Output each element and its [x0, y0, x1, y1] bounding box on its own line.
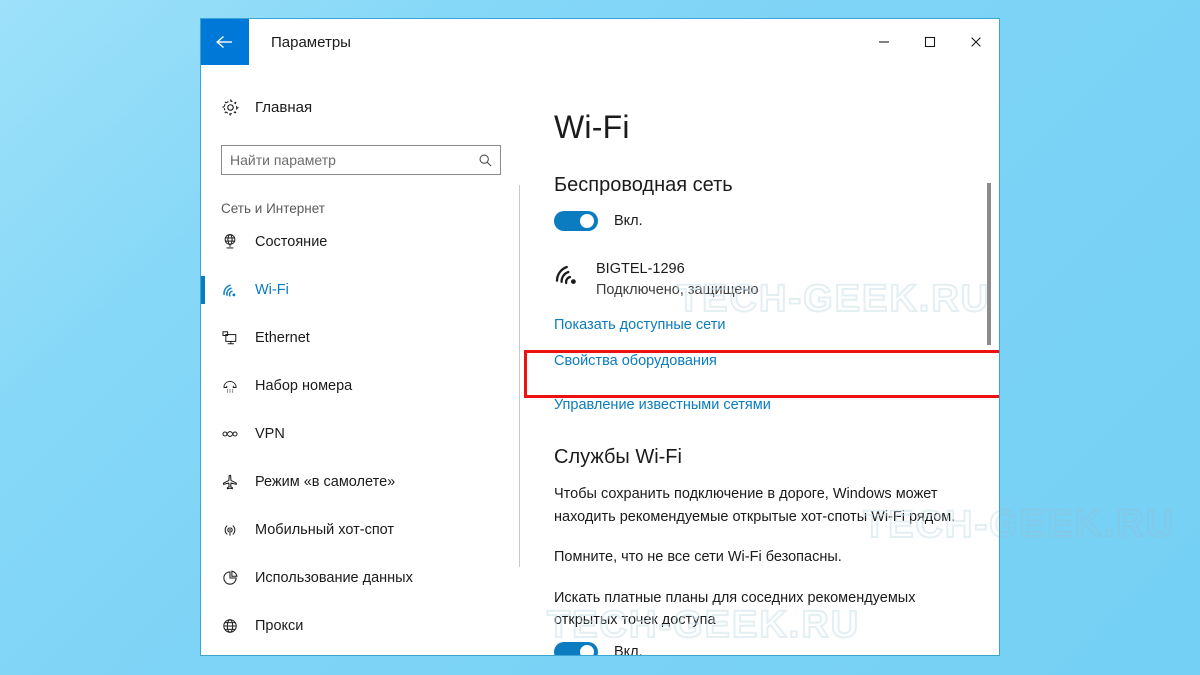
- scrollbar[interactable]: [987, 161, 991, 655]
- globe-icon: [221, 617, 255, 635]
- connected-network[interactable]: BIGTEL-1296 Подключено, защищено: [554, 259, 999, 301]
- pie-chart-icon: [221, 569, 255, 587]
- gear-icon: [221, 98, 255, 117]
- title-bar: Параметры: [201, 19, 999, 65]
- back-button[interactable]: [201, 19, 249, 65]
- sidebar-item-ethernet-label: Ethernet: [255, 330, 310, 346]
- back-arrow-icon: [215, 34, 235, 50]
- toggle-knob: [580, 644, 594, 655]
- manage-known-networks-link[interactable]: Управление известными сетями: [554, 395, 771, 417]
- window-content: Главная Сеть и Интернет: [201, 65, 999, 655]
- sidebar-item-mobile-hotspot[interactable]: Мобильный хот-спот: [201, 506, 519, 554]
- page-title: Wi-Fi: [554, 109, 630, 145]
- sidebar-item-proxy-label: Прокси: [255, 618, 304, 634]
- services-paragraph-2: Помните, что не все сети Wi-Fi безопасны…: [554, 549, 842, 566]
- sidebar-item-wifi[interactable]: Wi-Fi: [201, 266, 519, 314]
- wireless-toggle[interactable]: [554, 211, 598, 231]
- paid-plans-label: Искать платные планы для соседних рекоме…: [554, 589, 916, 629]
- sidebar-item-mobile-hotspot-label: Мобильный хот-спот: [255, 522, 395, 538]
- show-available-networks-link[interactable]: Показать доступные сети: [554, 315, 725, 337]
- airplane-icon: [221, 473, 255, 491]
- window-title: Параметры: [271, 33, 351, 51]
- paid-plans-toggle-row: Вкл.: [554, 641, 999, 655]
- wireless-toggle-row: Вкл.: [554, 211, 999, 231]
- sidebar-item-vpn[interactable]: VPN: [201, 410, 519, 458]
- globe-network-icon: [221, 233, 255, 251]
- sidebar-item-proxy[interactable]: Прокси: [201, 602, 519, 650]
- wireless-toggle-label: Вкл.: [614, 213, 643, 229]
- services-paragraph-1: Чтобы сохранить подключение в дороге, Wi…: [554, 486, 956, 525]
- content-divider: [519, 185, 520, 567]
- close-button[interactable]: [953, 19, 999, 65]
- desktop-background: TECH-GEEK.RU Параметры Главная Найти пар…: [0, 0, 1200, 675]
- scrollbar-thumb[interactable]: [987, 183, 991, 345]
- sidebar-item-dialup-label: Набор номера: [255, 378, 353, 394]
- sidebar-item-airplane-mode-label: Режим «в самолете»: [255, 474, 396, 490]
- wifi-connected-icon: [554, 259, 596, 294]
- paid-plans-toggle-label: Вкл.: [614, 643, 643, 655]
- hardware-properties-link[interactable]: Свойства оборудования: [554, 351, 717, 373]
- sidebar-item-data-usage-label: Использование данных: [255, 570, 413, 586]
- sidebar-item-home[interactable]: Главная: [201, 87, 519, 127]
- sidebar-item-wifi-label: Wi-Fi: [255, 282, 289, 298]
- sidebar-item-airplane-mode[interactable]: Режим «в самолете»: [201, 458, 519, 506]
- network-name: BIGTEL-1296: [596, 261, 685, 277]
- sidebar-item-vpn-label: VPN: [255, 426, 285, 442]
- vpn-icon: [221, 425, 255, 443]
- manage-known-networks-row: Управление известными сетями: [554, 395, 999, 417]
- sidebar-group-title: Сеть и Интернет: [221, 201, 325, 216]
- search-box[interactable]: [221, 145, 501, 175]
- toggle-knob: [580, 214, 594, 228]
- wifi-services-heading: Службы Wi-Fi: [554, 446, 682, 469]
- sidebar-item-data-usage[interactable]: Использование данных: [201, 554, 519, 602]
- minimize-button[interactable]: [861, 19, 907, 65]
- wifi-icon: [221, 281, 255, 300]
- sidebar-item-home-label: Главная: [255, 98, 313, 116]
- sidebar: Главная Сеть и Интернет: [201, 65, 519, 655]
- sidebar-item-status-label: Состояние: [255, 234, 328, 250]
- main-pane: Wi-Fi Беспроводная сеть Вкл. BIGTEL-1296…: [519, 65, 999, 655]
- wireless-section-heading: Беспроводная сеть: [554, 174, 733, 196]
- sidebar-item-ethernet[interactable]: Ethernet: [201, 314, 519, 362]
- window-controls: [861, 19, 999, 65]
- show-available-networks-row: Показать доступные сети: [554, 315, 999, 337]
- network-status: Подключено, защищено: [596, 282, 759, 299]
- hotspot-icon: [221, 521, 255, 539]
- sidebar-item-dialup[interactable]: Набор номера: [201, 362, 519, 410]
- dialup-phone-icon: [221, 377, 255, 395]
- ethernet-icon: [221, 329, 255, 347]
- maximize-button[interactable]: [907, 19, 953, 65]
- paid-plans-toggle[interactable]: [554, 641, 598, 655]
- search-icon[interactable]: [470, 153, 500, 168]
- search-input[interactable]: [222, 146, 470, 174]
- sidebar-item-status[interactable]: Состояние: [201, 218, 519, 266]
- settings-window: Параметры Главная Найти параметр Сеть и …: [200, 18, 1000, 656]
- hardware-properties-row: Свойства оборудования: [554, 351, 999, 373]
